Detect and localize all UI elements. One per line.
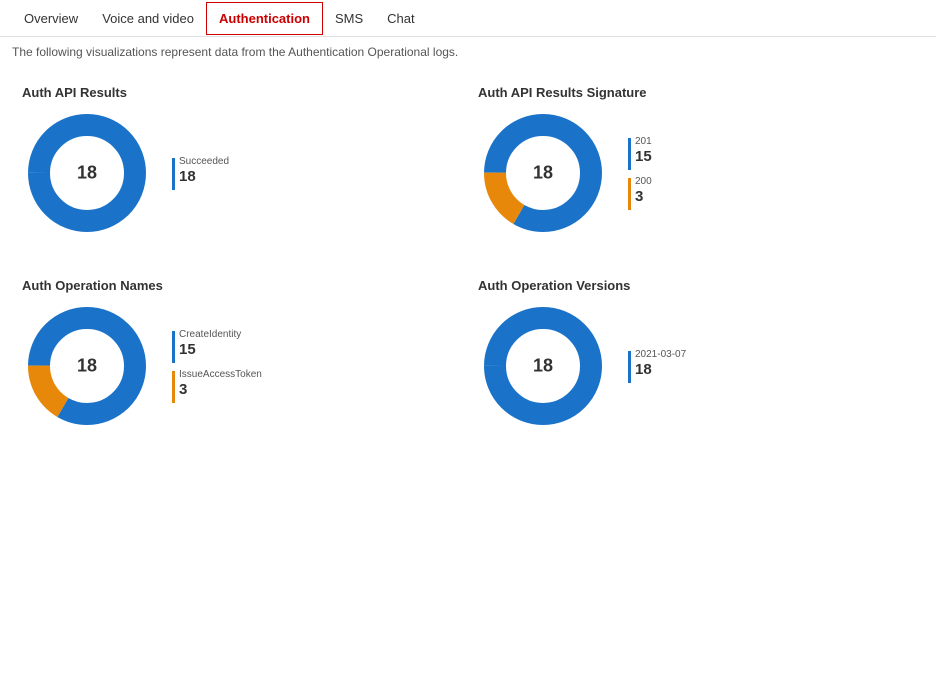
legend-item-200: 200 3 <box>628 176 652 210</box>
donut-auth-op-names: 18 <box>22 301 152 431</box>
legend-item-createidentity: CreateIdentity 15 <box>172 329 262 363</box>
legend-value-200: 3 <box>635 188 652 206</box>
legend-label-201: 201 <box>635 136 652 148</box>
tab-authentication[interactable]: Authentication <box>206 2 323 35</box>
donut-auth-op-versions: 18 <box>478 301 608 431</box>
legend-text-issueaccesstoken: IssueAccessToken 3 <box>179 369 262 399</box>
legend-item-succeeded: Succeeded 18 <box>172 156 229 190</box>
legend-1: Succeeded 18 <box>172 156 229 190</box>
legend-value-issueaccesstoken: 3 <box>179 381 262 399</box>
donut-center-4: 18 <box>533 356 553 377</box>
legend-item-issueaccesstoken: IssueAccessToken 3 <box>172 369 262 403</box>
legend-color-201 <box>628 138 631 170</box>
legend-text-1: Succeeded 18 <box>179 156 229 186</box>
legend-color-createidentity <box>172 331 175 363</box>
legend-2: 201 15 200 3 <box>628 136 652 210</box>
legend-4: 2021-03-07 18 <box>628 349 686 383</box>
chart-title-auth-op-names: Auth Operation Names <box>22 278 458 293</box>
legend-item-201: 201 15 <box>628 136 652 170</box>
chart-content-1: 18 Succeeded 18 <box>22 108 458 238</box>
chart-content-2: 18 201 15 200 3 <box>478 108 914 238</box>
donut-center-1: 18 <box>77 163 97 184</box>
legend-color-version-date <box>628 351 631 383</box>
chart-title-auth-api-results: Auth API Results <box>22 85 458 100</box>
legend-label-issueaccesstoken: IssueAccessToken <box>179 369 262 381</box>
chart-content-3: 18 CreateIdentity 15 IssueAccessToken 3 <box>22 301 458 431</box>
legend-text-201: 201 15 <box>635 136 652 166</box>
donut-center-2: 18 <box>533 163 553 184</box>
tab-overview[interactable]: Overview <box>12 3 90 34</box>
legend-color-200 <box>628 178 631 210</box>
tab-chat[interactable]: Chat <box>375 3 426 34</box>
page-description: The following visualizations represent d… <box>0 37 936 75</box>
legend-value-createidentity: 15 <box>179 341 241 359</box>
legend-text-createidentity: CreateIdentity 15 <box>179 329 241 359</box>
chart-auth-operation-versions: Auth Operation Versions 18 2021-03-07 18 <box>468 268 924 461</box>
chart-auth-api-results: Auth API Results 18 Succeeded 18 <box>12 75 468 268</box>
legend-label-200: 200 <box>635 176 652 188</box>
donut-auth-api-sig: 18 <box>478 108 608 238</box>
donut-center-3: 18 <box>77 356 97 377</box>
tab-sms[interactable]: SMS <box>323 3 375 34</box>
legend-item-version-date: 2021-03-07 18 <box>628 349 686 383</box>
legend-color-1 <box>172 158 175 190</box>
donut-auth-api-results: 18 <box>22 108 152 238</box>
legend-3: CreateIdentity 15 IssueAccessToken 3 <box>172 329 262 403</box>
legend-value-1: 18 <box>179 168 229 186</box>
charts-grid: Auth API Results 18 Succeeded 18 <box>0 75 936 461</box>
legend-text-version-date: 2021-03-07 18 <box>635 349 686 379</box>
nav-tabs: Overview Voice and video Authentication … <box>0 0 936 37</box>
chart-title-auth-op-versions: Auth Operation Versions <box>478 278 914 293</box>
chart-auth-operation-names: Auth Operation Names 18 CreateIdentity <box>12 268 468 461</box>
legend-color-issueaccesstoken <box>172 371 175 403</box>
legend-label-1: Succeeded <box>179 156 229 168</box>
chart-auth-api-results-signature: Auth API Results Signature 18 201 15 <box>468 75 924 268</box>
chart-title-auth-api-results-sig: Auth API Results Signature <box>478 85 914 100</box>
legend-label-createidentity: CreateIdentity <box>179 329 241 341</box>
legend-value-version-date: 18 <box>635 361 686 379</box>
legend-text-200: 200 3 <box>635 176 652 206</box>
legend-value-201: 15 <box>635 148 652 166</box>
tab-voice-video[interactable]: Voice and video <box>90 3 206 34</box>
chart-content-4: 18 2021-03-07 18 <box>478 301 914 431</box>
legend-label-version-date: 2021-03-07 <box>635 349 686 361</box>
